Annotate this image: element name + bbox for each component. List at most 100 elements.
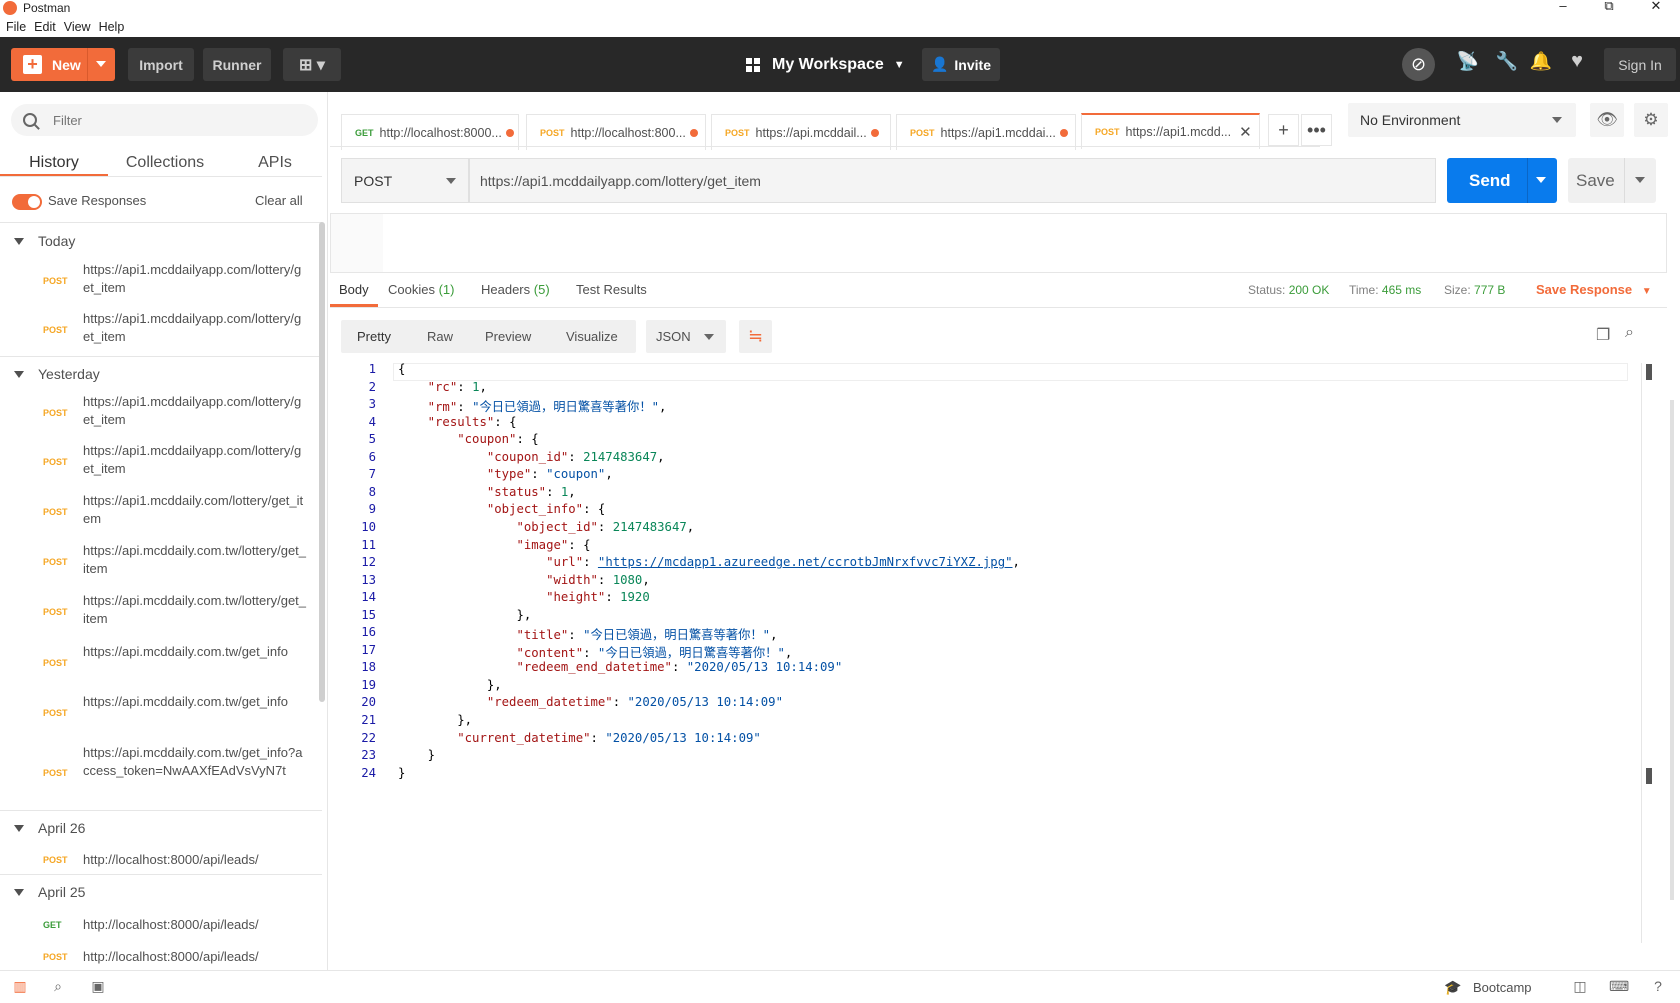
filter-input[interactable] bbox=[53, 112, 293, 128]
view-visualize[interactable]: Visualize bbox=[566, 329, 618, 344]
list-item[interactable]: POST https://api.mcddaily.com.tw/get_inf… bbox=[0, 643, 322, 691]
list-item[interactable]: POST https://api.mcddaily.com.tw/get_inf… bbox=[0, 693, 322, 741]
format-select[interactable]: JSON bbox=[646, 320, 726, 353]
unsaved-dot-icon bbox=[505, 128, 514, 137]
chevron-down-icon[interactable] bbox=[96, 61, 106, 67]
history-group-april-26[interactable]: April 26 bbox=[0, 812, 322, 844]
menu-view[interactable]: View bbox=[64, 20, 91, 34]
menu-file[interactable]: File bbox=[6, 20, 26, 34]
wrench-icon[interactable]: 🔧 bbox=[1494, 51, 1520, 77]
manage-environments-button[interactable]: ⚙ bbox=[1634, 103, 1668, 137]
view-raw[interactable]: Raw bbox=[427, 329, 453, 344]
heart-icon[interactable]: ♥ bbox=[1564, 50, 1590, 76]
send-button[interactable]: Send bbox=[1447, 158, 1557, 203]
list-item[interactable]: POST https://api.mcddaily.com.tw/lottery… bbox=[0, 592, 322, 640]
status-label: Status: bbox=[1248, 283, 1286, 297]
console-icon[interactable]: ▣ bbox=[88, 978, 108, 994]
list-item[interactable]: POST http://localhost:8000/api/leads/ bbox=[0, 948, 322, 968]
url-input[interactable]: https://api1.mcddailyapp.com/lottery/get… bbox=[469, 158, 1436, 203]
save-response-button[interactable]: Save Response ▼ bbox=[1536, 282, 1652, 297]
caret-down-icon bbox=[14, 237, 24, 245]
list-item[interactable]: POST https://api1.mcddailyapp.com/lotter… bbox=[0, 393, 322, 441]
bootcamp-icon[interactable]: 🎓 bbox=[1443, 979, 1463, 995]
method-badge: POST bbox=[1095, 127, 1120, 137]
maximize-button[interactable]: ⧉ bbox=[1586, 0, 1632, 16]
help-icon[interactable]: ? bbox=[1648, 978, 1668, 994]
new-window-icon: ⊞ ▾ bbox=[299, 56, 325, 74]
environment-quick-look-button[interactable]: 👁 bbox=[1590, 103, 1624, 137]
main-scrollbar[interactable] bbox=[1670, 400, 1674, 900]
tab-headers[interactable]: Headers (5) bbox=[481, 282, 550, 297]
request-tab[interactable]: GET http://localhost:8000... bbox=[341, 114, 519, 150]
wrap-lines-button[interactable]: ≒ bbox=[739, 320, 772, 353]
menu-help[interactable]: Help bbox=[99, 20, 125, 34]
bootcamp-button[interactable]: Bootcamp bbox=[1473, 980, 1532, 995]
code-scrollbar-top[interactable] bbox=[1646, 364, 1652, 380]
menu-edit[interactable]: Edit bbox=[34, 20, 56, 34]
minimize-button[interactable]: – bbox=[1540, 0, 1586, 16]
list-item[interactable]: POST https://api.mcddaily.com.tw/lottery… bbox=[0, 542, 322, 590]
list-item[interactable]: POST https://api1.mcddaily.com/lottery/g… bbox=[0, 492, 322, 540]
line-number: 23 bbox=[361, 748, 376, 763]
tab-cookies-label: Cookies bbox=[388, 282, 435, 297]
invite-button[interactable]: 👤 Invite bbox=[922, 48, 1000, 81]
tab-collections[interactable]: Collections bbox=[113, 148, 217, 184]
save-responses-toggle[interactable] bbox=[12, 194, 42, 210]
view-preview[interactable]: Preview bbox=[485, 329, 531, 344]
new-button[interactable]: + New bbox=[11, 48, 115, 81]
tab-options-button[interactable]: ••• bbox=[1301, 114, 1332, 146]
add-tab-button[interactable]: + bbox=[1268, 114, 1299, 146]
code-scrollbar-bottom[interactable] bbox=[1646, 768, 1652, 784]
workspace-selector[interactable]: My Workspace ▼ bbox=[746, 48, 905, 81]
list-item[interactable]: POST https://api1.mcddailyapp.com/lotter… bbox=[0, 442, 322, 490]
list-item[interactable]: POST http://localhost:8000/api/leads/ bbox=[0, 851, 322, 873]
clear-all-button[interactable]: Clear all bbox=[255, 193, 303, 208]
code-line: } bbox=[398, 765, 406, 780]
runner-button[interactable]: Runner bbox=[203, 48, 271, 81]
two-pane-view-icon[interactable]: ◫ bbox=[1570, 978, 1590, 994]
history-group-april-25[interactable]: April 25 bbox=[0, 876, 322, 908]
save-button[interactable]: Save bbox=[1568, 158, 1656, 203]
tab-apis[interactable]: APIs bbox=[240, 148, 310, 184]
bell-icon[interactable]: 🔔 bbox=[1528, 51, 1554, 77]
list-item[interactable]: POST https://api1.mcddailyapp.com/lotter… bbox=[0, 310, 322, 358]
keyboard-shortcuts-icon[interactable]: ⌨ bbox=[1609, 978, 1629, 994]
caret-down-icon bbox=[14, 888, 24, 896]
sync-off-icon[interactable]: ⊘ bbox=[1402, 48, 1435, 81]
history-group-today[interactable]: Today bbox=[0, 225, 322, 257]
response-body-code[interactable]: 1 {2 "rc": 1, 3 "rm": "今日已領過，明日驚喜等著你！", 4 "… bbox=[330, 362, 1630, 782]
import-button[interactable]: Import bbox=[128, 48, 194, 81]
filter-box[interactable] bbox=[11, 104, 318, 136]
request-tab[interactable]: POST https://api1.mcddai... bbox=[896, 114, 1076, 150]
headers-count: (5) bbox=[533, 282, 550, 297]
sidebar-scrollbar[interactable] bbox=[319, 222, 325, 702]
environment-select[interactable]: No Environment bbox=[1348, 103, 1576, 137]
tab-history[interactable]: History bbox=[0, 148, 108, 184]
close-icon[interactable]: ✕ bbox=[1239, 123, 1252, 141]
request-tab[interactable]: POST https://api.mcddail... bbox=[711, 114, 891, 150]
new-window-button[interactable]: ⊞ ▾ bbox=[283, 48, 341, 81]
close-window-button[interactable]: ✕ bbox=[1633, 0, 1679, 16]
history-group-yesterday[interactable]: Yesterday bbox=[0, 358, 322, 390]
tab-body[interactable]: Body bbox=[339, 282, 369, 297]
tab-test-results[interactable]: Test Results bbox=[576, 282, 647, 297]
chevron-down-icon[interactable] bbox=[1635, 177, 1645, 183]
list-item[interactable]: POST https://api1.mcddailyapp.com/lotter… bbox=[0, 261, 322, 309]
tab-cookies[interactable]: Cookies (1) bbox=[388, 282, 454, 297]
request-tab[interactable]: POST http://localhost:800... bbox=[526, 114, 706, 150]
plus-icon: + bbox=[23, 55, 42, 74]
copy-icon[interactable]: ❐ bbox=[1596, 325, 1610, 345]
find-icon[interactable]: ⌕ bbox=[48, 978, 68, 994]
list-item[interactable]: POST https://api.mcddaily.com.tw/get_inf… bbox=[0, 744, 322, 808]
method-select[interactable]: POST bbox=[341, 158, 469, 203]
list-item[interactable]: GET http://localhost:8000/api/leads/ bbox=[0, 916, 322, 938]
search-icon[interactable]: ⌕ bbox=[1625, 324, 1634, 342]
request-tab-active[interactable]: POST https://api1.mcdd... ✕ bbox=[1081, 113, 1260, 149]
toggle-sidebar-icon[interactable]: ▥ bbox=[10, 978, 30, 994]
tab-label: http://localhost:800... bbox=[570, 125, 686, 140]
chevron-down-icon[interactable] bbox=[1536, 177, 1546, 183]
view-pretty[interactable]: Pretty bbox=[357, 329, 391, 344]
satellite-icon[interactable]: 📡 bbox=[1455, 51, 1481, 77]
sign-in-button[interactable]: Sign In bbox=[1604, 48, 1676, 81]
method-badge: GET bbox=[43, 920, 62, 930]
